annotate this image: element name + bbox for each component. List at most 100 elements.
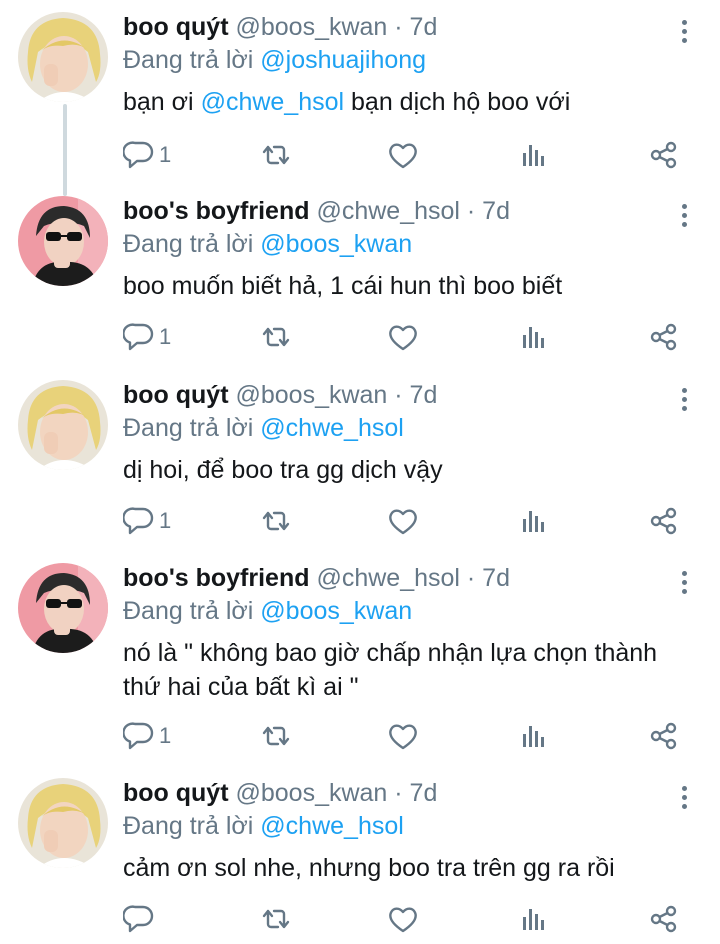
reply-icon — [123, 140, 155, 170]
analytics-icon — [519, 322, 547, 352]
reply-icon — [123, 721, 155, 751]
author-name[interactable]: boo quýt — [123, 779, 229, 807]
analytics-button[interactable] — [519, 138, 547, 172]
replying-mention[interactable]: @boos_kwan — [260, 597, 412, 625]
text-mention[interactable]: @chwe_hsol — [201, 88, 345, 116]
reply-count: 1 — [159, 324, 172, 349]
author-name[interactable]: boo quýt — [123, 381, 229, 409]
tweet-text-part: bạn dịch hộ boo với — [344, 88, 571, 116]
tweet[interactable]: boo quýt @boos_kwan · 7d Đang trả lời @c… — [0, 778, 720, 944]
more-vertical-icon[interactable] — [674, 16, 694, 50]
avatar[interactable] — [18, 380, 108, 470]
analytics-icon — [519, 904, 547, 934]
more-vertical-icon[interactable] — [674, 200, 694, 234]
more-vertical-icon[interactable] — [674, 384, 694, 418]
reply-count: 1 — [159, 508, 172, 533]
analytics-icon — [519, 721, 547, 751]
share-button[interactable] — [649, 504, 679, 538]
replying-to: Đang trả lời @boos_kwan — [123, 229, 678, 259]
tweet[interactable]: boo's boyfriend @chwe_hsol · 7d Đang trả… — [0, 563, 720, 763]
replying-mention[interactable]: @joshuajihong — [260, 46, 426, 74]
tweet[interactable]: boo quýt @boos_kwan · 7d Đang trả lời @c… — [0, 380, 720, 548]
tweet-actions: 1 — [123, 504, 693, 538]
heart-icon — [387, 904, 419, 934]
replying-mention[interactable]: @chwe_hsol — [260, 414, 404, 442]
tweet-actions: 1 — [123, 138, 693, 172]
retweet-button[interactable] — [259, 138, 293, 172]
tweet[interactable]: boo quýt @boos_kwan · 7d Đang trả lời @j… — [0, 12, 720, 180]
more-vertical-icon[interactable] — [674, 782, 694, 816]
reply-button[interactable]: 1 — [123, 320, 171, 354]
tweet[interactable]: boo's boyfriend @chwe_hsol · 7d Đang trả… — [0, 196, 720, 364]
like-button[interactable] — [387, 320, 419, 354]
reply-count: 1 — [159, 723, 172, 748]
avatar[interactable] — [18, 12, 108, 102]
share-button[interactable] — [649, 320, 679, 354]
heart-icon — [387, 506, 419, 536]
share-icon — [649, 721, 679, 751]
author-name[interactable]: boo's boyfriend — [123, 564, 310, 592]
analytics-icon — [519, 140, 547, 170]
tweet-actions: 1 — [123, 320, 693, 354]
replying-mention[interactable]: @boos_kwan — [260, 230, 412, 258]
replying-to: Đang trả lời @chwe_hsol — [123, 811, 678, 841]
retweet-button[interactable] — [259, 320, 293, 354]
retweet-icon — [259, 721, 293, 751]
retweet-button[interactable] — [259, 902, 293, 936]
like-button[interactable] — [387, 719, 419, 753]
replying-mention[interactable]: @chwe_hsol — [260, 812, 404, 840]
replying-label: Đang trả lời — [123, 812, 254, 840]
reply-icon — [123, 322, 155, 352]
replying-label: Đang trả lời — [123, 597, 254, 625]
heart-icon — [387, 322, 419, 352]
analytics-button[interactable] — [519, 504, 547, 538]
retweet-icon — [259, 904, 293, 934]
analytics-button[interactable] — [519, 902, 547, 936]
share-button[interactable] — [649, 138, 679, 172]
reply-button[interactable]: 1 — [123, 138, 171, 172]
author-handle: @chwe_hsol · 7d — [316, 564, 510, 592]
reply-button[interactable]: 1 — [123, 719, 171, 753]
like-button[interactable] — [387, 138, 419, 172]
tweet-text: dị hoi, để boo tra gg dịch vậy — [123, 456, 443, 484]
analytics-button[interactable] — [519, 719, 547, 753]
author-name[interactable]: boo's boyfriend — [123, 197, 310, 225]
like-button[interactable] — [387, 504, 419, 538]
reply-icon — [123, 904, 155, 934]
share-icon — [649, 506, 679, 536]
tweet-text: bạn ơi @chwe_hsol bạn dịch hộ boo với — [123, 85, 678, 119]
share-icon — [649, 322, 679, 352]
reply-count: 1 — [159, 142, 172, 167]
replying-label: Đang trả lời — [123, 46, 254, 74]
replying-to: Đang trả lời @joshuajihong — [123, 45, 678, 75]
retweet-button[interactable] — [259, 504, 293, 538]
author-name[interactable]: boo quýt — [123, 13, 229, 41]
share-icon — [649, 140, 679, 170]
retweet-button[interactable] — [259, 719, 293, 753]
share-button[interactable] — [649, 719, 679, 753]
author-handle: @chwe_hsol · 7d — [316, 197, 510, 225]
avatar[interactable] — [18, 778, 108, 868]
replying-label: Đang trả lời — [123, 230, 254, 258]
replying-to: Đang trả lời @chwe_hsol — [123, 413, 678, 443]
like-button[interactable] — [387, 902, 419, 936]
heart-icon — [387, 140, 419, 170]
avatar[interactable] — [18, 196, 108, 286]
reply-button[interactable]: 1 — [123, 504, 171, 538]
retweet-icon — [259, 140, 293, 170]
analytics-button[interactable] — [519, 320, 547, 354]
author-handle: @boos_kwan · 7d — [235, 13, 438, 41]
reply-button[interactable] — [123, 902, 159, 936]
tweet-actions: 1 — [123, 719, 693, 753]
share-button[interactable] — [649, 902, 679, 936]
avatar[interactable] — [18, 563, 108, 653]
tweet-text: boo muốn biết hả, 1 cái hun thì boo biết — [123, 272, 563, 300]
replying-label: Đang trả lời — [123, 414, 254, 442]
tweet-actions — [123, 902, 693, 936]
reply-icon — [123, 506, 155, 536]
replying-to: Đang trả lời @boos_kwan — [123, 596, 678, 626]
author-handle: @boos_kwan · 7d — [235, 381, 438, 409]
tweet-text-part: bạn ơi — [123, 88, 201, 116]
more-vertical-icon[interactable] — [674, 567, 694, 601]
tweet-text: cảm ơn sol nhe, nhưng boo tra trên gg ra… — [123, 854, 615, 882]
